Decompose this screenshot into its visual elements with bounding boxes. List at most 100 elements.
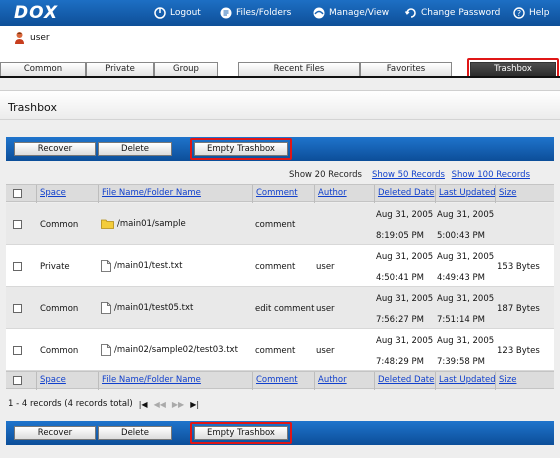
row-comment: comment (255, 346, 296, 356)
recover-button[interactable]: Recover (14, 426, 96, 440)
row-checkbox[interactable] (13, 262, 22, 271)
col-comment[interactable]: Comment (252, 185, 314, 203)
row-author: user (316, 304, 335, 314)
table-row[interactable]: Common /main02/sample02/test03.txt comme… (6, 329, 554, 371)
manage-view-link[interactable]: Manage/View (313, 6, 389, 20)
col-space[interactable]: Space (36, 372, 98, 390)
row-updated-date: Aug 31, 2005 (437, 252, 495, 262)
row-name-text: /main01/test.txt (114, 261, 183, 271)
empty-trashbox-button[interactable]: Empty Trashbox (194, 426, 288, 440)
row-updated-date: Aug 31, 2005 (437, 210, 495, 220)
col-deleted-date[interactable]: Deleted Date (374, 372, 435, 390)
help-icon: ? (513, 7, 525, 19)
col-name[interactable]: File Name/Folder Name (98, 372, 252, 390)
tab-recent-files[interactable]: Recent Files (238, 62, 360, 76)
col-author[interactable]: Author (314, 372, 374, 390)
next-page-icon[interactable]: ▶▶ (172, 400, 184, 409)
col-space[interactable]: Space (36, 185, 98, 203)
table-row[interactable]: Common /main01/test05.txt edit comment u… (6, 287, 554, 329)
row-size: 153 Bytes (497, 262, 540, 272)
row-space: Common (40, 346, 79, 356)
table-row[interactable]: Private /main01/test.txt comment user Au… (6, 245, 554, 287)
manage-view-label: Manage/View (329, 8, 390, 18)
select-all-checkbox-bottom[interactable] (13, 376, 22, 385)
select-all-checkbox[interactable] (13, 189, 22, 198)
help-label: Help (529, 8, 550, 18)
row-name-text: /main01/test05.txt (114, 303, 194, 313)
row-updated-date: Aug 31, 2005 (437, 336, 495, 346)
tab-private[interactable]: Private (86, 62, 154, 76)
row-deleted-time: 4:50:41 PM (376, 273, 424, 283)
row-name[interactable]: /main01/test05.txt (101, 302, 193, 314)
tab-trashbox[interactable]: Trashbox (470, 62, 556, 76)
col-last-updated[interactable]: Last Updated (435, 372, 496, 390)
row-name[interactable]: /main01/test.txt (101, 260, 183, 272)
row-space: Common (40, 304, 79, 314)
row-updated-time: 4:49:43 PM (437, 273, 485, 283)
files-icon (220, 7, 232, 19)
table-footer-header: Space File Name/Folder Name Comment Auth… (6, 371, 554, 390)
current-user: user (14, 31, 50, 44)
show-100-link[interactable]: Show 100 Records (452, 170, 530, 180)
row-name[interactable]: /main01/sample (101, 218, 186, 229)
folder-icon (101, 219, 114, 229)
tab-favorites[interactable]: Favorites (360, 62, 452, 76)
delete-button[interactable]: Delete (98, 426, 172, 440)
recover-button[interactable]: Recover (14, 142, 96, 156)
row-checkbox[interactable] (13, 304, 22, 313)
row-updated-date: Aug 31, 2005 (437, 294, 495, 304)
logout-link[interactable]: Logout (154, 6, 201, 20)
row-checkbox[interactable] (13, 220, 22, 229)
row-name-text: /main01/sample (117, 218, 186, 229)
row-name[interactable]: /main02/sample02/test03.txt (101, 344, 238, 356)
logout-icon (154, 7, 166, 19)
row-size: 123 Bytes (497, 346, 540, 356)
row-comment: comment (255, 220, 296, 230)
file-icon (101, 302, 111, 314)
first-page-icon[interactable]: |◀ (139, 400, 148, 409)
tab-common[interactable]: Common (0, 62, 86, 76)
pagination-bar: 1 - 4 records (4 records total) |◀ ◀◀ ▶▶… (8, 399, 205, 409)
row-updated-time: 7:39:58 PM (437, 357, 485, 367)
row-deleted-date: Aug 31, 2005 (376, 336, 434, 346)
row-comment: edit comment (255, 304, 315, 314)
app-logo: DOX (14, 3, 59, 23)
file-icon (101, 260, 111, 272)
files-folders-link[interactable]: Files/Folders (220, 6, 291, 20)
table-row[interactable]: Common /main01/sample comment Aug 31, 20… (6, 203, 554, 245)
empty-trashbox-button[interactable]: Empty Trashbox (194, 142, 288, 156)
files-folders-label: Files/Folders (236, 8, 292, 18)
row-deleted-time: 8:19:05 PM (376, 231, 424, 241)
row-author: user (316, 262, 335, 272)
app-window: DOX Logout Files/Folders Manage/View Cha… (0, 0, 560, 458)
row-size: 187 Bytes (497, 304, 540, 314)
row-checkbox[interactable] (13, 346, 22, 355)
col-author[interactable]: Author (314, 185, 374, 203)
row-deleted-time: 7:48:29 PM (376, 357, 424, 367)
col-deleted-date[interactable]: Deleted Date (374, 185, 435, 203)
records-per-page: Show 20 Records Show 50 Records Show 100 … (289, 170, 530, 180)
tab-group[interactable]: Group (154, 62, 218, 76)
page-title: Trashbox (8, 101, 57, 114)
col-name[interactable]: File Name/Folder Name (98, 185, 252, 203)
col-comment[interactable]: Comment (252, 372, 314, 390)
prev-page-icon[interactable]: ◀◀ (154, 400, 166, 409)
last-page-icon[interactable]: ▶| (190, 400, 199, 409)
password-icon (405, 8, 416, 18)
col-size[interactable]: Size (495, 372, 554, 390)
table-header: Space File Name/Folder Name Comment Auth… (6, 184, 554, 203)
show-50-link[interactable]: Show 50 Records (372, 170, 445, 180)
row-updated-time: 7:51:14 PM (437, 315, 485, 325)
row-author: user (316, 346, 335, 356)
top-bar: DOX Logout Files/Folders Manage/View Cha… (0, 0, 560, 26)
change-password-link[interactable]: Change Password (405, 6, 500, 20)
row-deleted-date: Aug 31, 2005 (376, 210, 434, 220)
col-last-updated[interactable]: Last Updated (435, 185, 496, 203)
help-link[interactable]: ? Help (513, 6, 550, 20)
delete-button[interactable]: Delete (98, 142, 172, 156)
col-size[interactable]: Size (495, 185, 554, 203)
records-current: Show 20 Records (289, 170, 362, 180)
row-deleted-time: 7:56:27 PM (376, 315, 424, 325)
user-name: user (30, 32, 50, 43)
title-strip (0, 90, 560, 120)
